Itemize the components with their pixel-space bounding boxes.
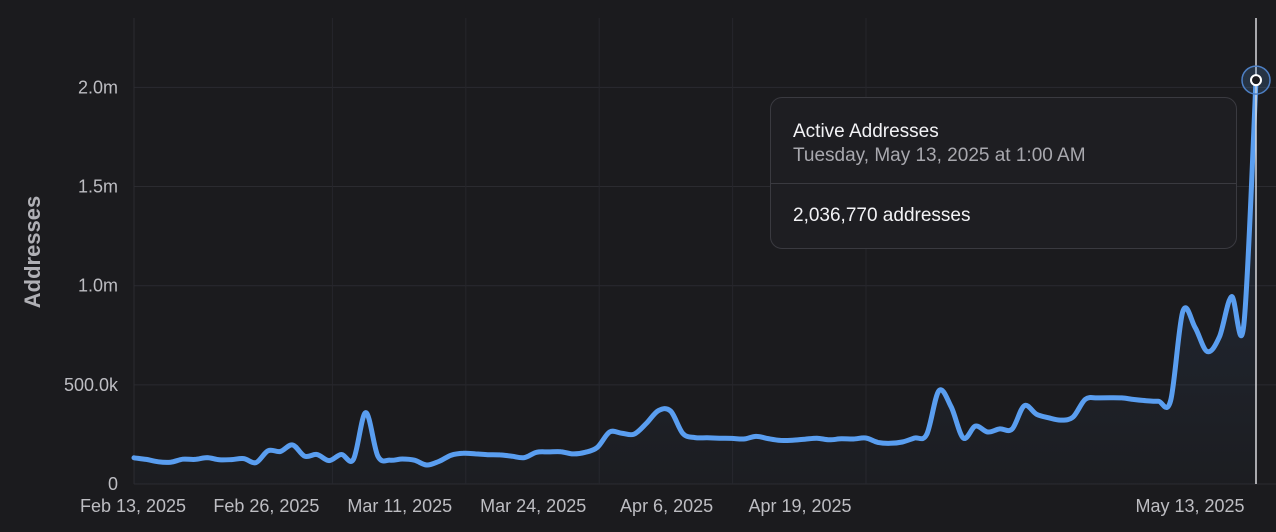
- highlight-point[interactable]: [1250, 74, 1262, 87]
- y-tick-label: 500.0k: [64, 375, 119, 395]
- chart-svg: 0 500.0k 1.0m 1.5m 2.0m Feb 13, 2025 Feb 26, 2…: [20, 18, 1276, 516]
- y-tick-label: 0: [108, 474, 118, 494]
- x-tick-label: Mar 11, 2025: [347, 496, 452, 516]
- x-tick-label: Apr 6, 2025: [620, 496, 713, 516]
- x-tick-label: Feb 13, 2025: [80, 496, 186, 516]
- x-tick-label: May 13, 2025: [1135, 496, 1244, 516]
- tooltip: Active Addresses Tuesday, May 13, 2025 a…: [770, 97, 1237, 249]
- tooltip-datetime: Tuesday, May 13, 2025 at 1:00 AM: [793, 145, 1086, 166]
- tooltip-value: 2,036,770 addresses: [793, 205, 971, 226]
- x-tick-label: Mar 24, 2025: [480, 496, 586, 516]
- tooltip-title: Active Addresses: [793, 121, 939, 142]
- y-tick-label: 2.0m: [78, 77, 118, 97]
- y-tick-label: 1.5m: [78, 177, 118, 197]
- y-axis-title: Addresses: [20, 196, 45, 309]
- x-tick-label: Feb 26, 2025: [213, 496, 319, 516]
- x-tick-label: Apr 19, 2025: [748, 496, 851, 516]
- tooltip-header: Active Addresses Tuesday, May 13, 2025 a…: [771, 98, 1236, 184]
- y-tick-label: 1.0m: [78, 276, 118, 296]
- chart: 0 500.0k 1.0m 1.5m 2.0m Feb 13, 2025 Feb 26, 2…: [0, 0, 1276, 532]
